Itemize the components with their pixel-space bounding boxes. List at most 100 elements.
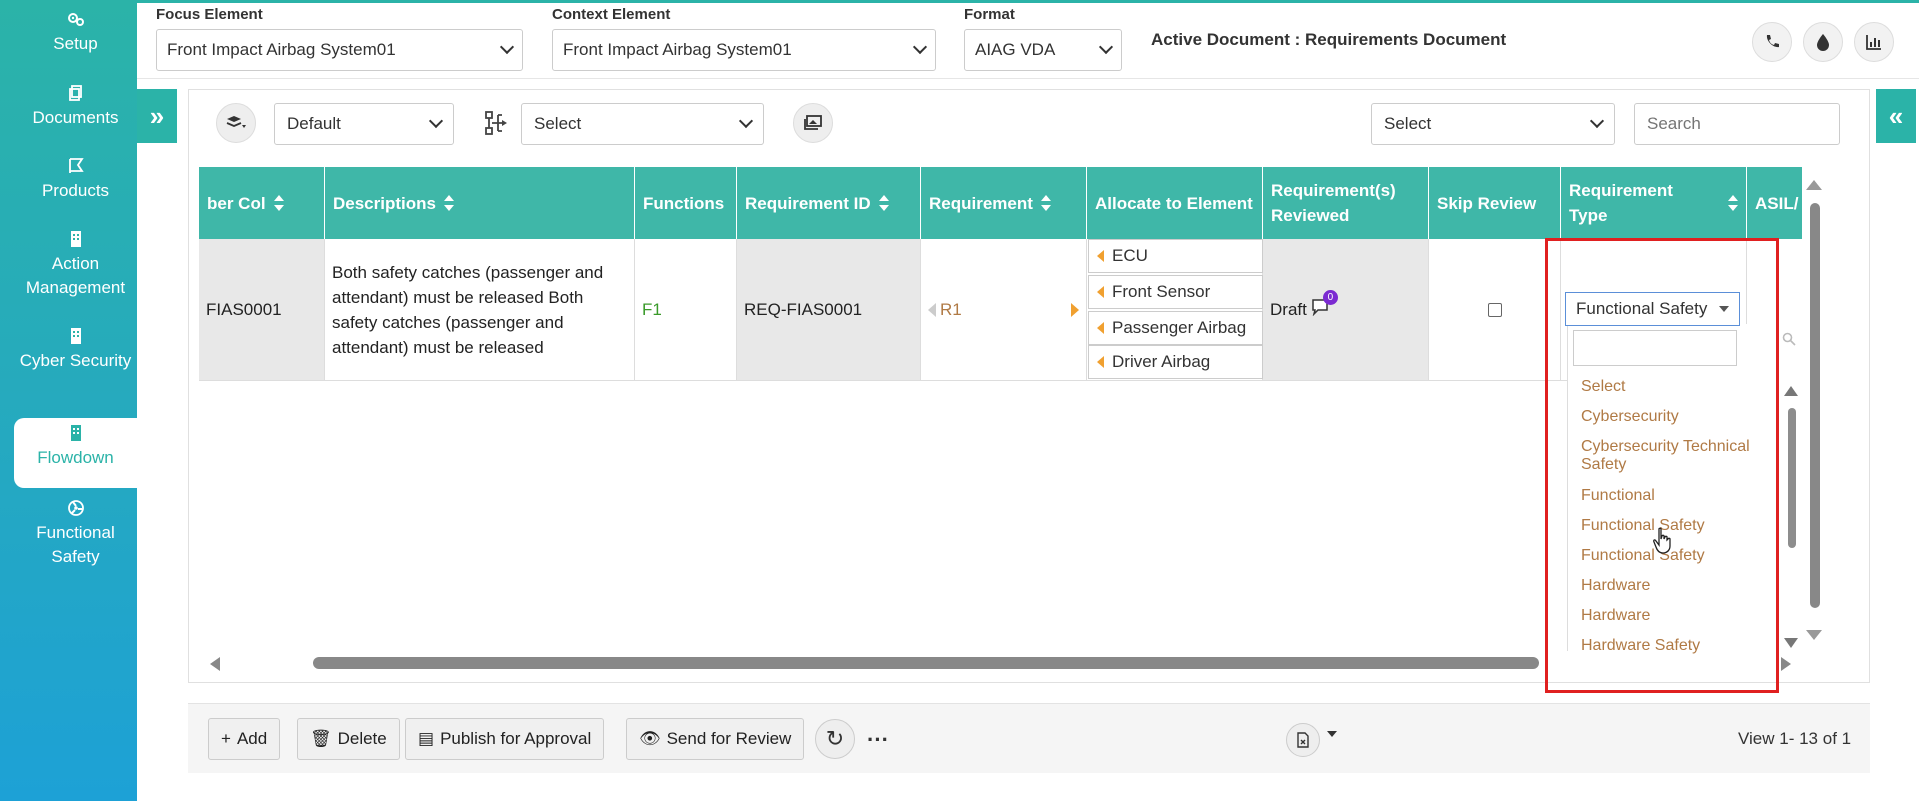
sidebar-item-functional-safety[interactable]: Functional Safety xyxy=(14,499,137,583)
double-chevron-right-icon: » xyxy=(149,100,165,131)
allocate-item[interactable]: ECU xyxy=(1088,239,1263,273)
delete-button[interactable]: 🗑 Delete xyxy=(297,718,400,760)
radiation-icon xyxy=(67,500,84,516)
collapse-right-toggle[interactable]: « xyxy=(1876,89,1916,143)
focus-element-value: Front Impact Airbag System01 xyxy=(167,40,396,59)
context-element-select[interactable]: Front Impact Airbag System01 xyxy=(552,29,936,71)
requirement-nav: R1 xyxy=(928,300,962,320)
column-header-skip-review[interactable]: Skip Review xyxy=(1429,167,1561,239)
column-header-asil[interactable]: ASIL/ xyxy=(1747,167,1802,239)
chevron-down-icon xyxy=(428,113,444,129)
horizontal-scrollbar[interactable] xyxy=(313,657,1539,669)
column-header-label: ASIL/ xyxy=(1755,193,1799,213)
search-input[interactable] xyxy=(1634,103,1840,145)
export-button[interactable] xyxy=(1286,723,1320,757)
focus-element-select[interactable]: Front Impact Airbag System01 xyxy=(156,29,523,71)
sidebar-item-cyber-security[interactable]: Cyber Security xyxy=(14,327,137,411)
allocate-label: ECU xyxy=(1112,246,1148,265)
hierarchy-select[interactable]: Select xyxy=(521,103,764,145)
dropdown-scrollbar[interactable] xyxy=(1788,408,1796,548)
building-icon xyxy=(70,425,81,441)
scroll-left-icon[interactable] xyxy=(210,657,220,671)
cell-description: Both safety catches (passenger and atten… xyxy=(325,239,635,381)
double-chevron-left-icon: « xyxy=(1888,100,1904,131)
export-caret-icon[interactable] xyxy=(1327,731,1337,737)
filter-select[interactable]: Select xyxy=(1371,103,1615,145)
plus-icon: + xyxy=(221,729,231,748)
layer-select[interactable]: Default xyxy=(274,103,454,145)
column-header-label: Allocate to Element xyxy=(1095,193,1253,213)
skip-review-checkbox[interactable] xyxy=(1487,302,1502,317)
sort-icon xyxy=(878,195,889,211)
images-icon xyxy=(804,115,822,130)
sidebar-item-label: Cyber Security xyxy=(19,351,132,370)
highlight-box xyxy=(1545,238,1779,693)
column-header-number[interactable]: ber Col xyxy=(199,167,325,239)
top-accent-line xyxy=(0,0,1919,3)
refresh-button[interactable]: ↻ xyxy=(815,719,855,759)
allocate-item[interactable]: Front Sensor xyxy=(1088,275,1263,309)
comment-icon[interactable]: 0 xyxy=(1311,290,1338,321)
hierarchy-icon[interactable] xyxy=(484,110,510,136)
chevron-down-icon xyxy=(1589,113,1605,129)
chevron-down-icon xyxy=(912,39,928,55)
cell-requirement[interactable]: R1 xyxy=(921,239,1087,381)
caret-left-icon xyxy=(1097,286,1104,298)
more-options-icon[interactable]: ··· xyxy=(867,727,889,753)
hierarchy-select-value: Select xyxy=(534,114,582,133)
cell-skip-review xyxy=(1429,239,1561,381)
publish-button[interactable]: ▤ Publish for Approval xyxy=(405,718,605,760)
dropdown-scroll-up-icon[interactable] xyxy=(1784,386,1798,396)
sidebar-item-label: Setup xyxy=(53,34,98,53)
send-for-review-button[interactable]: 👁 Send for Review xyxy=(626,718,805,760)
review-status: Draft xyxy=(1270,299,1307,319)
pagination-text: View 1- 13 of 1 xyxy=(1738,729,1852,748)
requirement-value: R1 xyxy=(940,299,962,319)
phone-button[interactable] xyxy=(1752,22,1792,62)
chart-button[interactable] xyxy=(1854,22,1894,62)
allocate-item[interactable]: Driver Airbag xyxy=(1088,345,1263,379)
building-icon xyxy=(70,231,81,247)
sidebar-item-action-management[interactable]: Action Management xyxy=(14,230,137,314)
sidebar-item-label: Documents xyxy=(32,108,119,127)
add-button-label: Add xyxy=(236,729,268,748)
chevron-down-icon xyxy=(1098,39,1114,55)
drop-icon xyxy=(1817,34,1829,51)
column-header-allocate[interactable]: Allocate to Element xyxy=(1087,167,1263,239)
format-select[interactable]: AIAG VDA xyxy=(964,29,1122,71)
sort-icon xyxy=(1728,195,1738,211)
sidebar-item-products[interactable]: Products xyxy=(14,157,137,215)
column-header-requirement-id[interactable]: Requirement ID xyxy=(737,167,921,239)
layers-button[interactable] xyxy=(216,103,256,143)
column-header-requirement[interactable]: Requirement xyxy=(921,167,1087,239)
column-header-label: Requirement xyxy=(929,193,1033,213)
allocate-label: Driver Airbag xyxy=(1112,352,1211,371)
sidebar-item-documents[interactable]: Documents xyxy=(14,84,137,142)
column-header-requirement-type[interactable]: Requirement Type xyxy=(1561,167,1747,239)
dropdown-scroll-down-icon[interactable] xyxy=(1784,638,1798,648)
prev-arrow-icon[interactable] xyxy=(928,302,936,317)
expand-left-toggle[interactable]: » xyxy=(137,89,177,143)
sidebar-item-flowdown[interactable]: Flowdown xyxy=(14,418,137,488)
chevron-down-icon xyxy=(499,39,515,55)
add-button[interactable]: + Add xyxy=(208,718,281,760)
cell-function[interactable]: F1 xyxy=(635,239,737,381)
format-label: Format xyxy=(964,6,1015,23)
sort-icon xyxy=(443,195,454,211)
gallery-button[interactable] xyxy=(793,103,833,143)
scroll-right-icon[interactable] xyxy=(1781,657,1791,671)
scroll-down-icon[interactable] xyxy=(1806,630,1822,640)
publish-button-label: Publish for Approval xyxy=(440,729,592,748)
column-header-functions[interactable]: Functions xyxy=(635,167,737,239)
sidebar-item-setup[interactable]: Setup xyxy=(14,10,137,68)
scroll-up-icon[interactable] xyxy=(1806,180,1822,190)
next-arrow-icon[interactable] xyxy=(1071,302,1079,317)
trash-icon: 🗑 xyxy=(310,729,332,748)
context-element-value: Front Impact Airbag System01 xyxy=(563,40,792,59)
allocate-item[interactable]: Passenger Airbag xyxy=(1088,311,1263,345)
column-header-reviewed[interactable]: Requirement(s) Reviewed xyxy=(1263,167,1429,239)
column-header-descriptions[interactable]: Descriptions xyxy=(325,167,635,239)
vertical-scrollbar[interactable] xyxy=(1810,203,1820,608)
drop-button[interactable] xyxy=(1803,22,1843,62)
column-header-label: Requirement ID xyxy=(745,193,871,213)
